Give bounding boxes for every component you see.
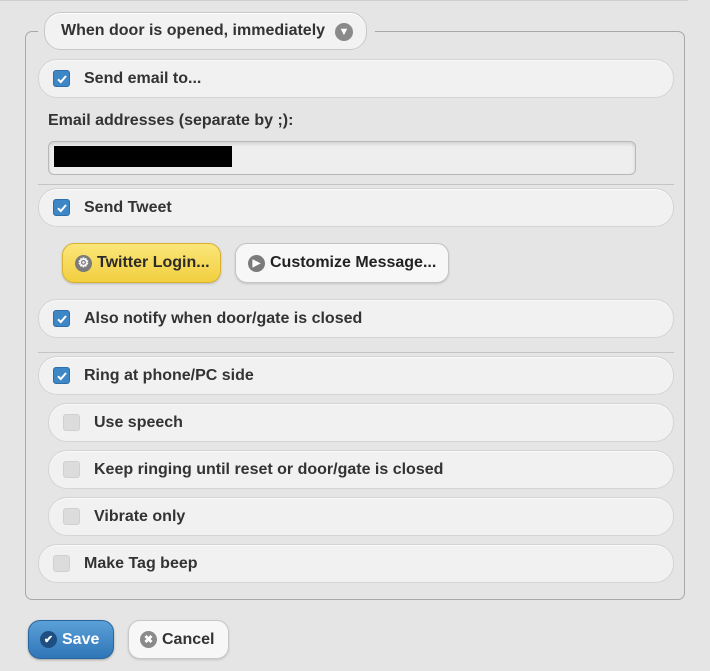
send-email-label: Send email to... — [84, 69, 202, 87]
vibrate-only-label: Vibrate only — [94, 507, 186, 525]
keep-ringing-row[interactable]: Keep ringing until reset or door/gate is… — [48, 450, 674, 489]
notify-closed-label: Also notify when door/gate is closed — [84, 309, 363, 327]
vibrate-only-row[interactable]: Vibrate only — [48, 497, 674, 536]
send-email-checkbox[interactable] — [53, 70, 70, 87]
check-icon — [56, 203, 67, 212]
redaction-bar — [54, 146, 232, 167]
gear-icon: ⚙ — [75, 254, 92, 272]
vibrate-only-checkbox[interactable] — [63, 508, 80, 525]
customize-message-button[interactable]: ▶ Customize Message... — [235, 243, 449, 283]
send-email-row[interactable]: Send email to... — [38, 59, 674, 98]
trigger-dropdown[interactable]: When door is opened, immediately ▼ — [44, 12, 367, 50]
check-icon — [56, 74, 67, 83]
check-icon — [56, 371, 67, 380]
email-addresses-label: Email addresses (separate by ;): — [48, 112, 294, 129]
check-icon — [56, 314, 67, 323]
use-speech-row[interactable]: Use speech — [48, 403, 674, 442]
keep-ringing-checkbox[interactable] — [63, 461, 80, 478]
trigger-label: When door is opened, immediately — [61, 22, 326, 39]
tag-beep-checkbox[interactable] — [53, 555, 70, 572]
twitter-login-label: Twitter Login... — [97, 254, 210, 271]
ring-checkbox[interactable] — [53, 367, 70, 384]
notify-closed-row[interactable]: Also notify when door/gate is closed — [38, 299, 674, 338]
arrow-right-icon: ▶ — [248, 254, 265, 272]
use-speech-label: Use speech — [94, 413, 183, 431]
use-speech-checkbox[interactable] — [63, 414, 80, 431]
close-icon: ✖ — [140, 631, 157, 648]
send-tweet-checkbox[interactable] — [53, 199, 70, 216]
check-icon: ✔ — [40, 631, 57, 648]
tag-beep-row[interactable]: Make Tag beep — [38, 544, 674, 583]
keep-ringing-label: Keep ringing until reset or door/gate is… — [94, 460, 444, 478]
top-divider — [0, 0, 688, 1]
customize-message-label: Customize Message... — [270, 254, 437, 271]
email-addresses-input[interactable] — [48, 141, 636, 175]
section-divider — [38, 184, 674, 185]
cancel-button[interactable]: ✖ Cancel — [128, 620, 229, 659]
ring-row[interactable]: Ring at phone/PC side — [38, 356, 674, 395]
cancel-label: Cancel — [162, 630, 215, 648]
chevron-down-icon: ▼ — [335, 23, 353, 41]
section-divider — [38, 352, 674, 353]
save-button[interactable]: ✔ Save — [28, 620, 114, 659]
twitter-login-button[interactable]: ⚙ Twitter Login... — [62, 243, 221, 283]
ring-label: Ring at phone/PC side — [84, 366, 254, 384]
save-label: Save — [62, 630, 100, 648]
send-tweet-label: Send Tweet — [84, 198, 172, 216]
tag-beep-label: Make Tag beep — [84, 554, 198, 572]
send-tweet-row[interactable]: Send Tweet — [38, 188, 674, 227]
notify-closed-checkbox[interactable] — [53, 310, 70, 327]
